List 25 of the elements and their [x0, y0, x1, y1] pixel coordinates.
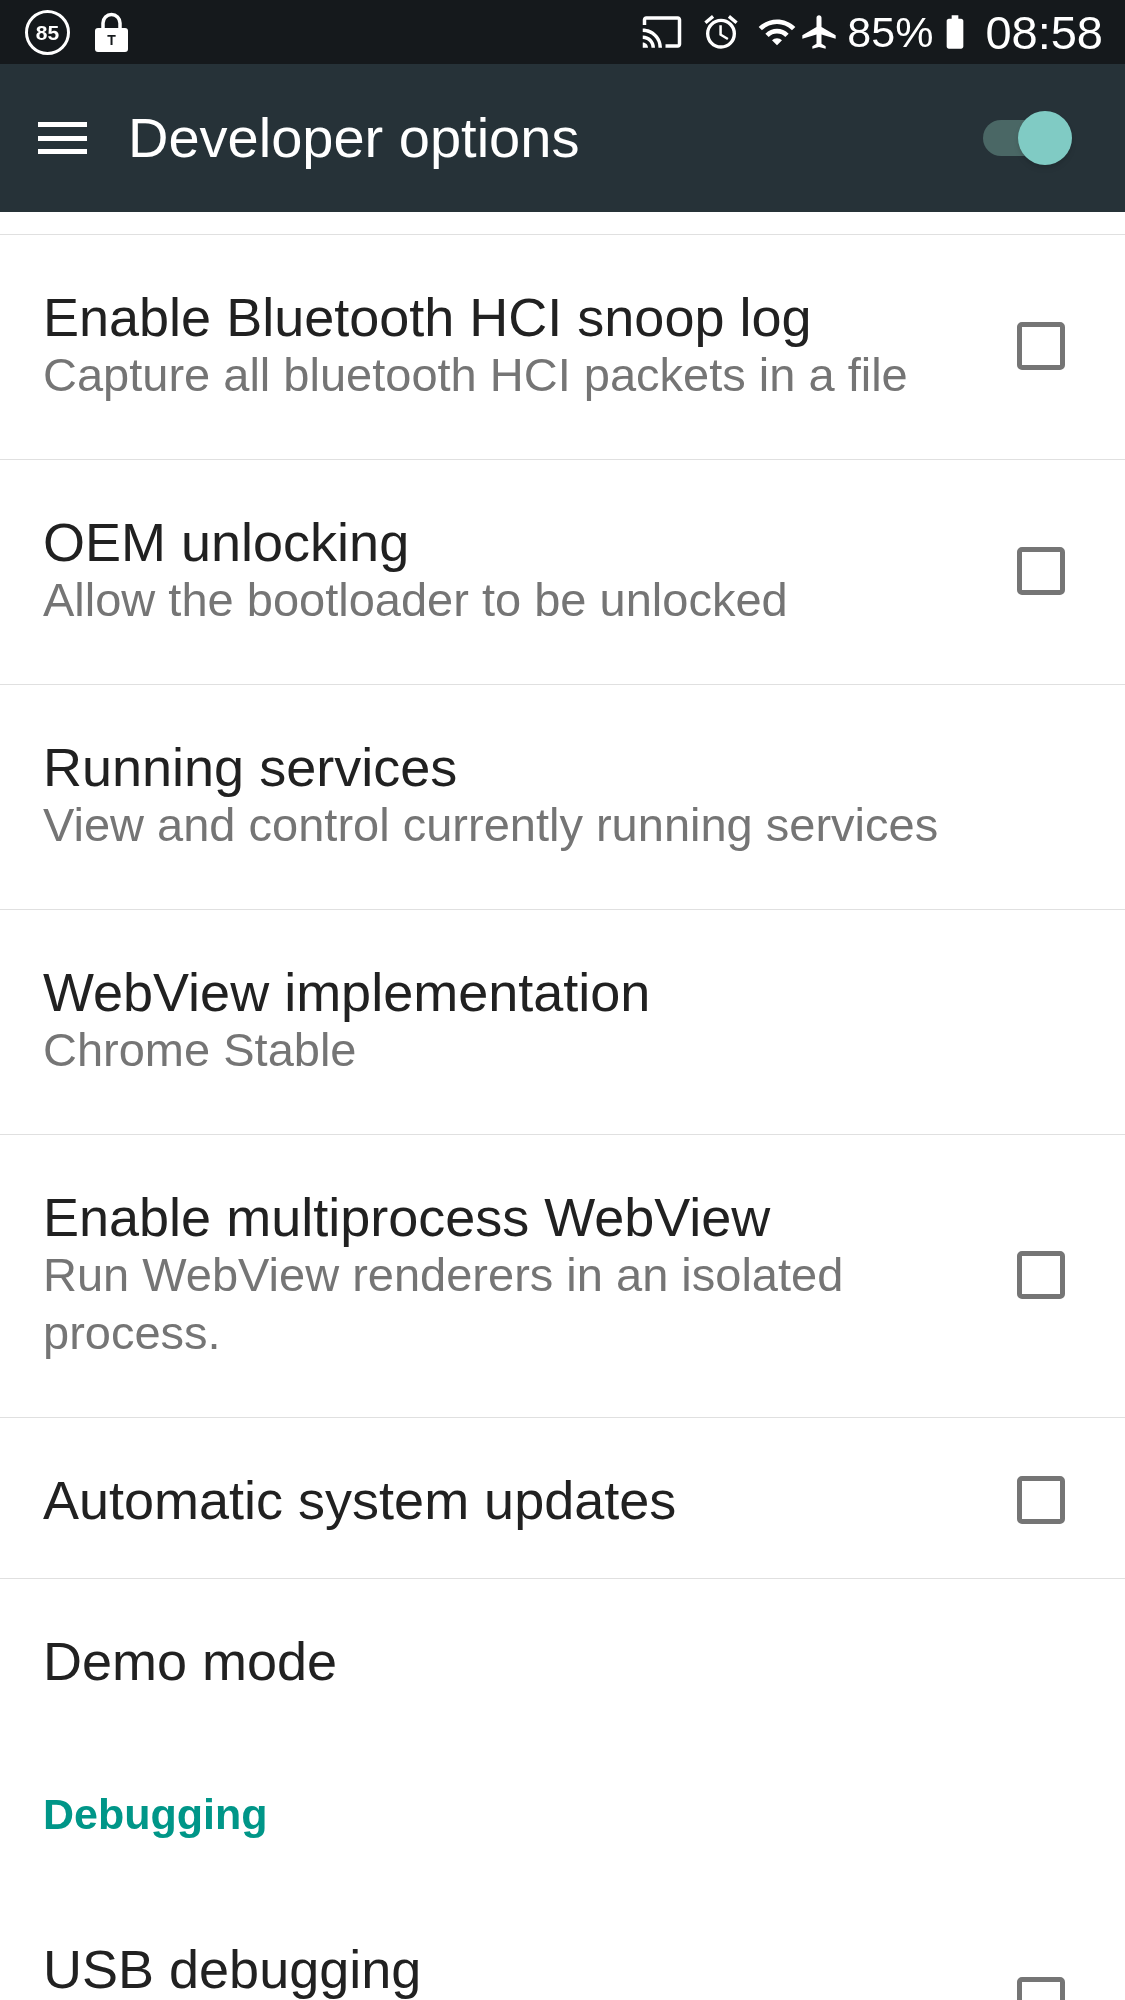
setting-title: USB debugging	[43, 1940, 422, 1998]
setting-title: Enable multiprocess WebView	[43, 1188, 771, 1246]
setting-title: Enable Bluetooth HCI snoop log	[43, 288, 812, 346]
master-switch[interactable]	[983, 111, 1072, 165]
setting-summary: Run WebView renderers in an isolated process.	[43, 1247, 845, 1361]
battery-percentage: 85%	[847, 10, 934, 54]
lock-icon	[95, 12, 128, 52]
notification-count: 85	[25, 9, 70, 55]
setting-title: Running services	[43, 738, 458, 796]
setting-summary: Allow the bootloader to be unlocked	[43, 572, 788, 628]
checkbox[interactable]	[1017, 547, 1065, 595]
setting-summary: Chrome Stable	[43, 1022, 357, 1078]
section-header: Debugging	[43, 1790, 268, 1838]
setting-summary: Capture all bluetooth HCI packets in a file	[43, 347, 908, 403]
setting-title: OEM unlocking	[43, 513, 410, 571]
clock-time: 08:58	[985, 8, 1103, 56]
checkbox[interactable]	[1017, 1476, 1065, 1524]
menu-icon[interactable]	[38, 122, 87, 154]
checkbox[interactable]	[1017, 1251, 1065, 1299]
checkbox[interactable]	[1017, 322, 1065, 370]
setting-title: Automatic system updates	[43, 1471, 677, 1529]
setting-title: Demo mode	[43, 1632, 338, 1690]
lock-letter-label: T	[106, 32, 117, 48]
setting-title: WebView implementation	[43, 963, 651, 1021]
setting-summary: View and control currently running services	[43, 797, 939, 853]
